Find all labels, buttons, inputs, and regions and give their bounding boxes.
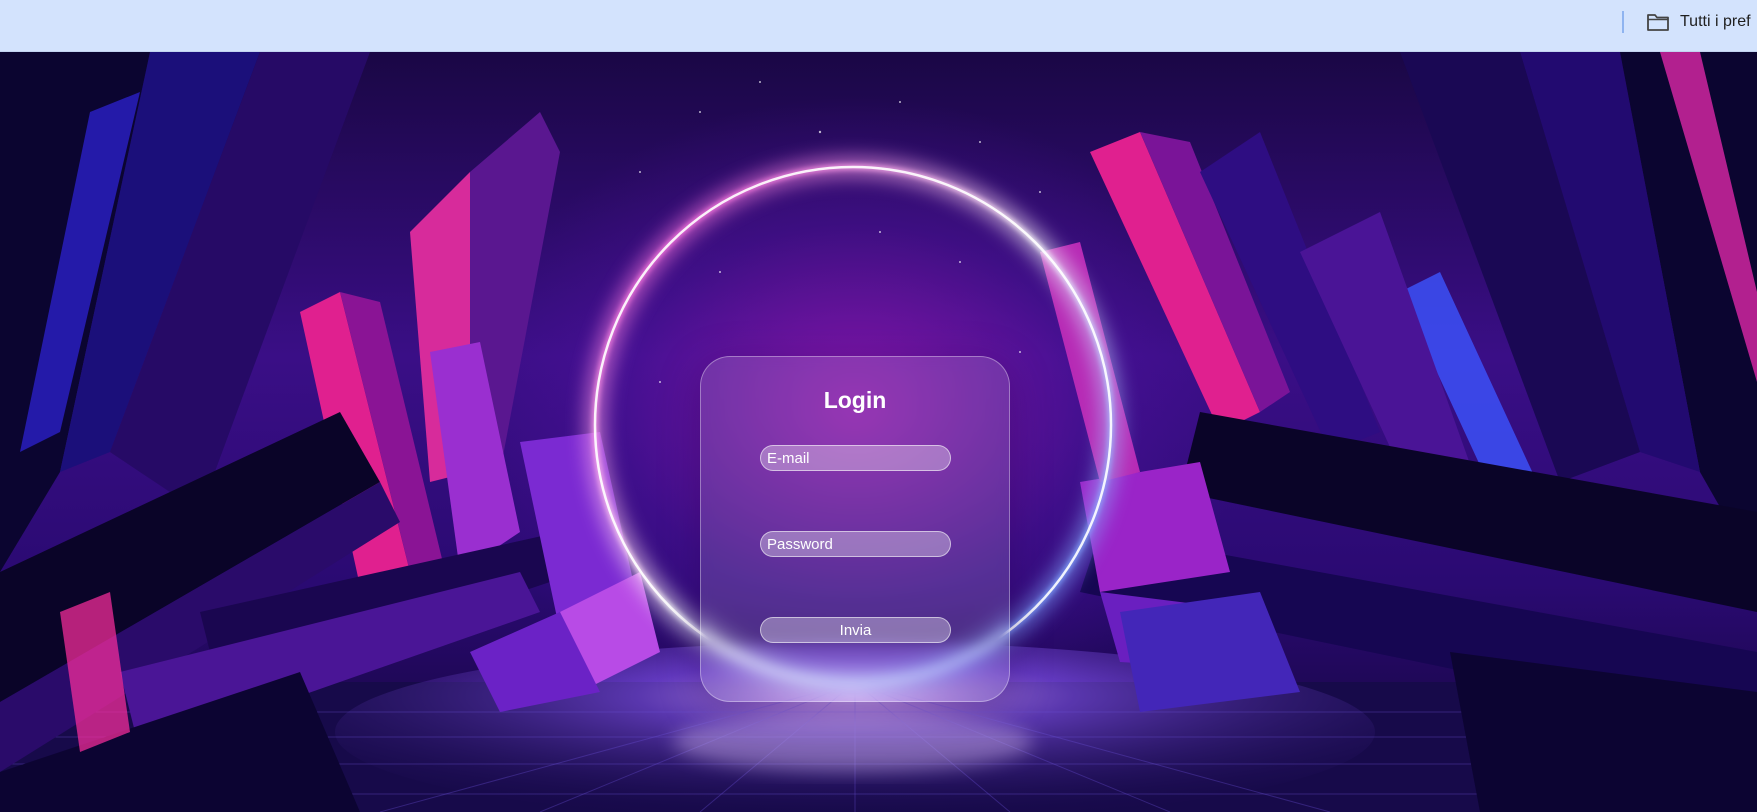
bookmarks-folder-label: Tutti i pref [1680, 13, 1751, 30]
bookmarks-separator [1622, 11, 1624, 33]
folder-icon [1646, 12, 1670, 32]
password-field[interactable] [760, 531, 951, 557]
login-card: Login Invia [700, 356, 1010, 702]
email-field[interactable] [760, 445, 951, 471]
background-scene: Login Invia [0, 52, 1757, 812]
bookmarks-bar: Tutti i pref [0, 0, 1757, 52]
login-title: Login [823, 387, 887, 413]
submit-button[interactable]: Invia [760, 617, 951, 643]
bookmarks-folder-all[interactable]: Tutti i pref [1646, 8, 1751, 36]
